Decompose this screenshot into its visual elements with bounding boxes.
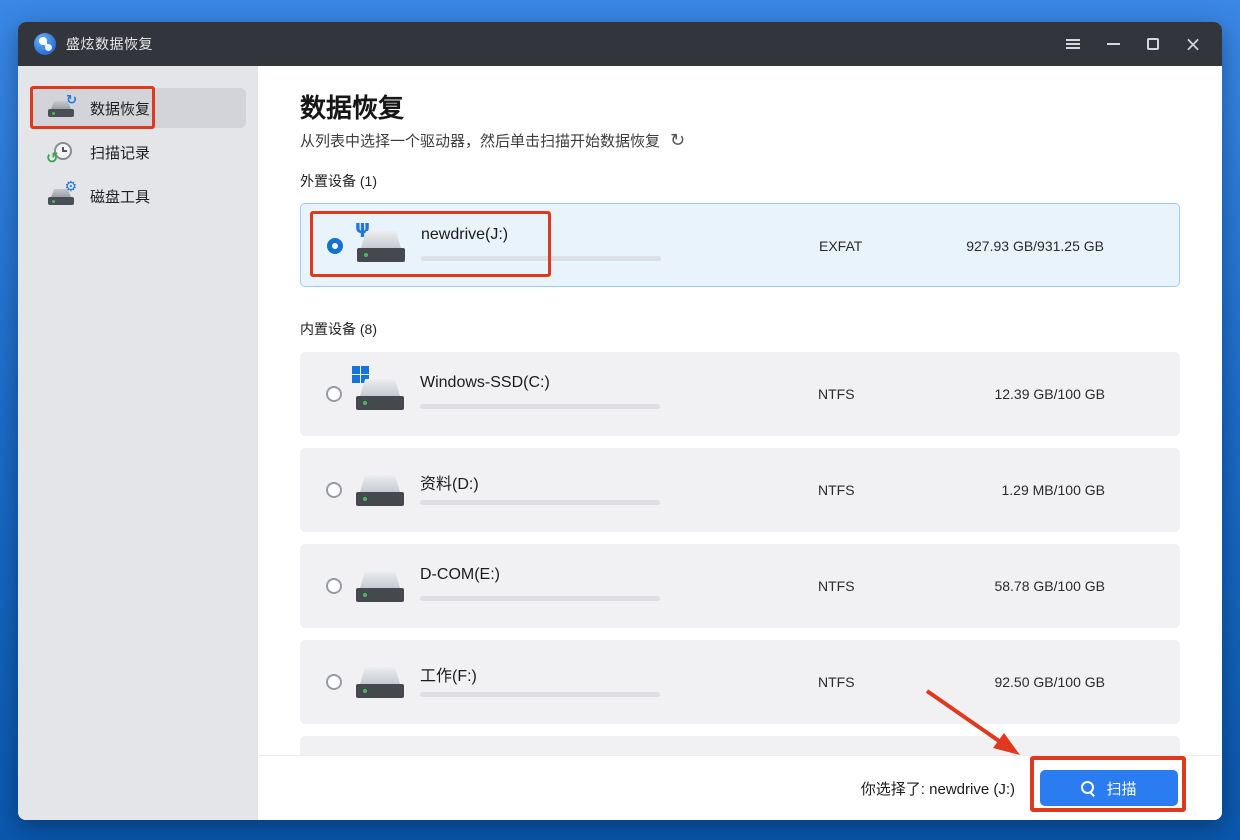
drive-row-ziliao[interactable]: 资料(D:) NTFS 1.29 MB/100 GB [300,448,1180,532]
window-controls: × [1060,31,1206,57]
usage-bar [421,256,661,261]
sidebar-item-disk-tools[interactable]: ⚙ 磁盘工具 [32,176,246,216]
capacity-label: 927.93 GB/931.25 GB [966,204,1104,288]
radio-selected[interactable] [327,238,343,254]
capacity-label: 58.78 GB/100 GB [994,544,1105,628]
sidebar-item-scan-history[interactable]: ↺ 扫描记录 [32,132,246,172]
drive-name: newdrive(J:) [421,226,508,244]
external-devices-label: 外置设备 (1) [300,171,377,191]
drive-icon [356,660,404,704]
capacity-label: 12.39 GB/100 GB [994,352,1105,436]
minimize-icon[interactable] [1100,31,1126,57]
sidebar-item-label: 磁盘工具 [90,186,150,207]
radio-unselected[interactable] [326,386,342,402]
filesystem-label: NTFS [818,544,855,628]
scan-button-label: 扫描 [1106,778,1136,799]
app-logo-icon [34,33,56,55]
search-icon [1081,781,1096,796]
drive-icon [356,564,404,608]
drive-icon [356,468,404,512]
drive-row-newdrive[interactable]: ψ newdrive(J:) EXFAT 927.93 GB/931.25 GB [300,203,1180,287]
drive-row-partial[interactable] [300,736,1180,755]
capacity-label: 92.50 GB/100 GB [994,640,1105,724]
sidebar-item-data-recovery[interactable]: ↻ 数据恢复 [32,88,246,128]
page-title: 数据恢复 [300,88,404,125]
filesystem-label: NTFS [818,352,855,436]
usage-bar [420,596,660,601]
sidebar-item-label: 数据恢复 [90,98,150,119]
windows-drive-icon [356,372,404,416]
usage-bar [420,692,660,697]
drive-row-d-com[interactable]: D-COM(E:) NTFS 58.78 GB/100 GB [300,544,1180,628]
scan-button[interactable]: 扫描 [1040,770,1178,806]
capacity-label: 1.29 MB/100 GB [1001,448,1105,532]
scan-history-clock-icon: ↺ [48,140,76,164]
filesystem-label: EXFAT [819,204,862,288]
menu-icon[interactable] [1060,31,1086,57]
app-title: 盛炫数据恢复 [66,34,153,54]
usb-drive-icon: ψ [357,224,405,268]
maximize-icon[interactable] [1140,31,1166,57]
usage-bar [420,500,660,505]
disk-tools-gear-icon: ⚙ [48,184,76,208]
page-subtitle: 从列表中选择一个驱动器，然后单击扫描开始数据恢复 [300,130,660,151]
sidebar: ↻ 数据恢复 ↺ 扫描记录 ⚙ 磁盘工具 [18,66,258,820]
data-recovery-drive-icon: ↻ [48,96,76,120]
title-bar[interactable]: 盛炫数据恢复 × [18,22,1222,66]
radio-unselected[interactable] [326,578,342,594]
drive-name: Windows-SSD(C:) [420,374,550,392]
internal-devices-label: 内置设备 (8) [300,319,377,339]
drive-name: 工作(F:) [420,662,477,686]
drive-name: D-COM(E:) [420,566,500,584]
usage-bar [420,404,660,409]
drive-row-gongzuo[interactable]: 工作(F:) NTFS 92.50 GB/100 GB [300,640,1180,724]
radio-unselected[interactable] [326,674,342,690]
close-icon[interactable]: × [1180,31,1206,57]
main-panel: 数据恢复 从列表中选择一个驱动器，然后单击扫描开始数据恢复 ↻ 外置设备 (1)… [258,66,1222,820]
filesystem-label: NTFS [818,448,855,532]
selection-status-text: 你选择了: newdrive (J:) [861,778,1015,799]
app-window: 盛炫数据恢复 × ↻ 数据恢复 ↺ 扫描记录 [18,22,1222,820]
refresh-icon[interactable]: ↻ [670,130,685,151]
radio-unselected[interactable] [326,482,342,498]
drive-list-area: 数据恢复 从列表中选择一个驱动器，然后单击扫描开始数据恢复 ↻ 外置设备 (1)… [258,66,1222,755]
sidebar-item-label: 扫描记录 [90,142,150,163]
drive-row-windows-ssd[interactable]: Windows-SSD(C:) NTFS 12.39 GB/100 GB [300,352,1180,436]
drive-name: 资料(D:) [420,470,479,494]
filesystem-label: NTFS [818,640,855,724]
footer-bar: 你选择了: newdrive (J:) 扫描 [258,755,1222,820]
